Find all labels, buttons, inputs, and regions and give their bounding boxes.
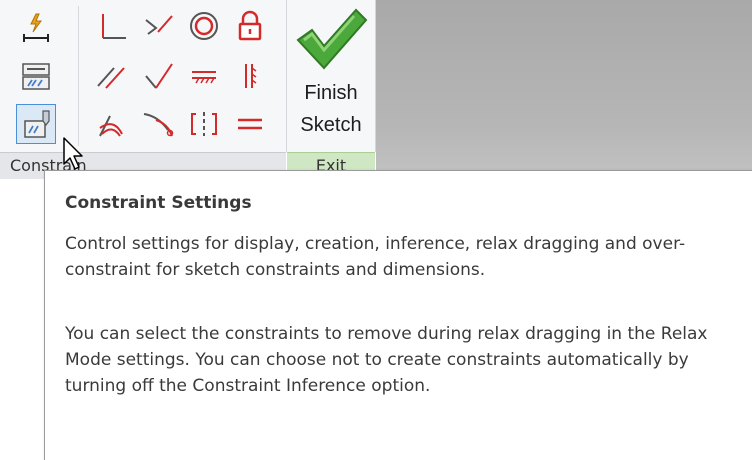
perpendicular-icon (102, 14, 126, 39)
vertical-button[interactable] (230, 56, 270, 96)
symmetric-button[interactable] (184, 104, 224, 144)
smooth-button[interactable] (92, 104, 132, 144)
tangent-button[interactable] (138, 56, 178, 96)
constraint-settings-button[interactable] (16, 104, 56, 144)
tooltip-paragraph-1: Control settings for display, creation, … (65, 234, 686, 280)
finish-label-line2: Sketch (300, 114, 362, 136)
collinear-button[interactable] (138, 104, 178, 144)
finish-label-line1: Finish (304, 82, 358, 104)
coincident-button[interactable] (138, 6, 178, 46)
automatic-dimensions-icon (23, 13, 49, 42)
symmetric-icon (191, 112, 217, 136)
automatic-dimensions-button[interactable] (16, 8, 56, 48)
concentric-icon (190, 12, 218, 40)
show-constraints-icon (22, 63, 50, 90)
checkmark-icon (296, 8, 368, 70)
ribbon-empty-area (376, 0, 752, 178)
smooth-icon (99, 115, 123, 137)
tooltip: Constraint Settings Control settings for… (44, 170, 752, 460)
fix-button[interactable] (230, 6, 270, 46)
equal-button[interactable] (230, 104, 270, 144)
equal-icon (238, 118, 262, 130)
constraint-settings-icon (24, 110, 50, 138)
tooltip-title: Constraint Settings (65, 193, 252, 213)
parallel-button[interactable] (92, 56, 132, 96)
finish-sketch-button[interactable]: Finish Sketch (290, 2, 372, 150)
concentric-button[interactable] (184, 6, 224, 46)
show-constraints-button[interactable] (16, 56, 56, 96)
horizontal-button[interactable] (184, 56, 224, 96)
parallel-icon (97, 67, 125, 89)
lock-icon (238, 10, 262, 41)
collinear-icon (143, 113, 174, 137)
coincident-icon (145, 15, 173, 35)
horizontal-icon (192, 71, 216, 84)
tangent-icon (145, 63, 173, 89)
ribbon: Finish Sketch Constrain Exit (0, 0, 752, 179)
perpendicular-button[interactable] (92, 6, 132, 46)
tooltip-paragraph-2: You can select the constraints to remove… (65, 324, 708, 396)
vertical-icon (245, 64, 257, 88)
panel-separator (78, 6, 79, 146)
mouse-cursor-icon (63, 137, 83, 170)
